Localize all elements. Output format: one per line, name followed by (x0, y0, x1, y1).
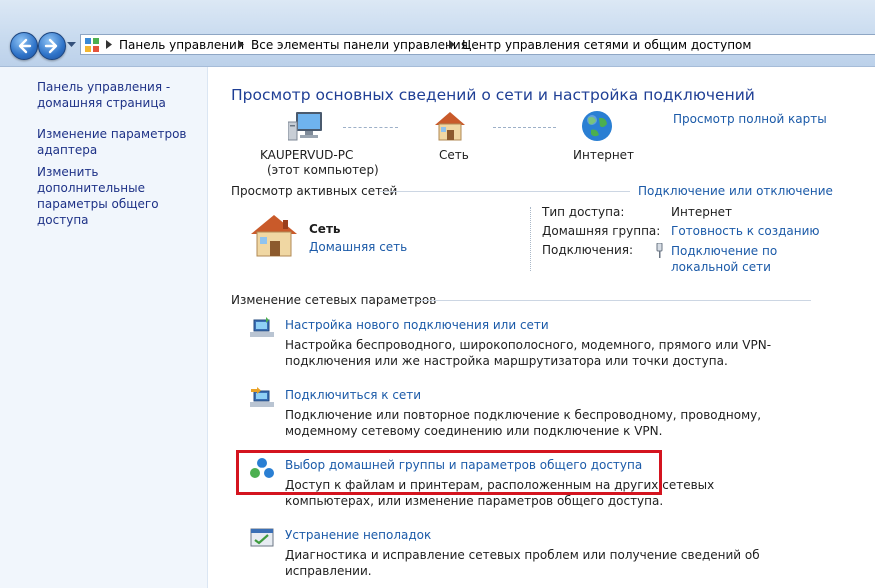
forward-button[interactable] (38, 32, 66, 60)
connect-network-icon (250, 387, 274, 407)
arrow-left-icon (18, 38, 32, 54)
breadcrumb-network-center[interactable]: Центр управления сетями и общим доступом (462, 38, 751, 52)
breadcrumb-separator-icon (449, 40, 455, 49)
task-new-connection[interactable]: Настройка нового подключения или сети (285, 318, 549, 332)
internet-node-label: Интернет (573, 148, 635, 162)
home-network-icon (251, 215, 297, 257)
address-bar[interactable]: Панель управления Все элементы панели уп… (80, 34, 875, 55)
home-network-icon (435, 112, 465, 141)
task-connect-network[interactable]: Подключиться к сети (285, 388, 421, 402)
access-type-value: Интернет (671, 205, 733, 219)
new-connection-icon (250, 317, 274, 337)
task-connect-network-description: Подключение или повторное подключение к … (285, 408, 762, 438)
separator (530, 207, 531, 271)
breadcrumb-separator-icon (106, 40, 112, 49)
ethernet-plug-icon (656, 243, 663, 258)
change-settings-heading: Изменение сетевых параметров (231, 293, 437, 307)
task-troubleshoot-description: Диагностика и исправление сетевых пробле… (285, 548, 760, 578)
internet-globe-icon (582, 111, 612, 141)
map-link-line (343, 127, 398, 128)
active-networks-heading: Просмотр активных сетей (231, 184, 398, 198)
arrow-right-icon (44, 38, 58, 54)
sidebar: Панель управления - домашняя страница Из… (0, 67, 208, 588)
active-network-name: Сеть (309, 222, 341, 236)
map-link-line (493, 127, 556, 128)
history-dropdown-icon[interactable] (67, 42, 76, 48)
network-type-link[interactable]: Домашняя сеть (309, 240, 407, 254)
breadcrumb-all-items[interactable]: Все элементы панели управления (251, 38, 468, 52)
highlight-box (236, 450, 662, 495)
control-panel-icon (85, 38, 99, 52)
task-troubleshoot[interactable]: Устранение неполадок (285, 528, 431, 542)
page-title: Просмотр основных сведений о сети и наст… (231, 86, 755, 104)
computer-icon (288, 112, 322, 141)
back-button[interactable] (10, 32, 38, 60)
homegroup-label: Домашняя группа: (542, 224, 661, 238)
access-type-label: Тип доступа: (542, 205, 625, 219)
sidebar-item-adapter-settings[interactable]: Изменение параметров адаптера (37, 126, 202, 158)
network-node-label: Сеть (439, 148, 469, 162)
connection-link[interactable]: Подключение по локальной сети (671, 243, 781, 275)
breadcrumb-separator-icon (238, 40, 244, 49)
sidebar-item-home[interactable]: Панель управления - домашняя страница (37, 79, 202, 111)
breadcrumb-control-panel[interactable]: Панель управления (119, 38, 244, 52)
divider (416, 300, 811, 301)
divider (380, 191, 630, 192)
connect-disconnect-link[interactable]: Подключение или отключение (638, 184, 833, 198)
sidebar-item-sharing-settings[interactable]: Изменить дополнительные параметры общего… (37, 164, 202, 228)
computer-sub: (этот компьютер) (267, 163, 379, 177)
full-map-link[interactable]: Просмотр полной карты (673, 112, 827, 126)
main-content: Просмотр основных сведений о сети и наст… (208, 67, 875, 588)
homegroup-link[interactable]: Готовность к созданию (671, 224, 820, 238)
connections-label: Подключения: (542, 243, 634, 257)
title-bar: Панель управления Все элементы панели уп… (0, 0, 875, 67)
task-new-connection-description: Настройка беспроводного, широкополосного… (285, 338, 772, 368)
troubleshoot-icon (250, 528, 274, 547)
computer-name: KAUPERVUD-PC (260, 148, 354, 162)
